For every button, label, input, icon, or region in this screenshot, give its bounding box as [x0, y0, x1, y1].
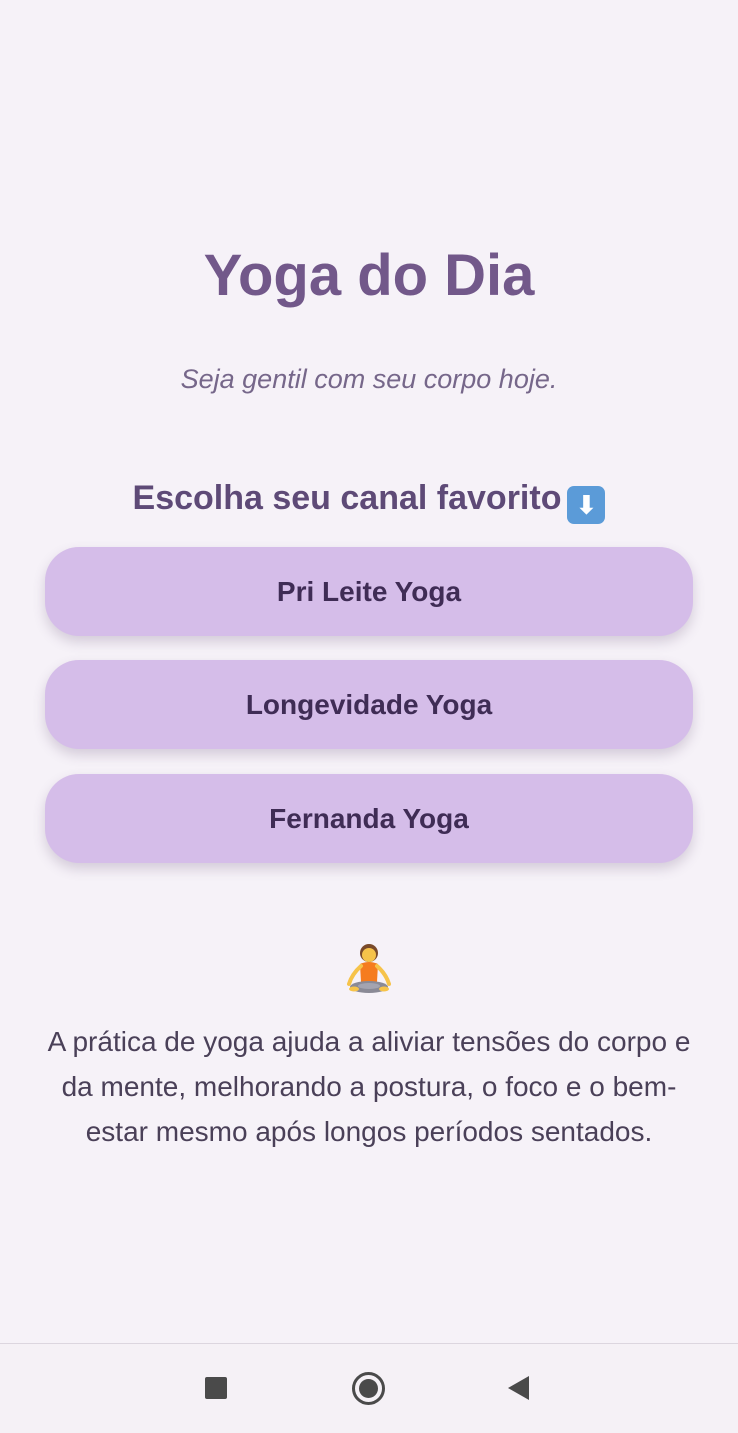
home-circle-icon[interactable] — [352, 1372, 385, 1405]
page-subtitle: Seja gentil com seu corpo hoje. — [180, 364, 558, 394]
yoga-benefits-text: A prática de yoga ajuda a aliviar tensõe… — [47, 1026, 691, 1147]
person-in-lotus-position-icon — [347, 944, 391, 993]
channel-button-longevidade-yoga[interactable]: Longevidade Yoga — [45, 660, 693, 749]
channel-button-fernanda-yoga[interactable]: Fernanda Yoga — [45, 774, 693, 863]
recents-square-icon[interactable] — [205, 1377, 227, 1399]
app-screen: Yoga do Dia Seja gentil com seu corpo ho… — [0, 0, 738, 1343]
channel-button-label: Fernanda Yoga — [269, 802, 469, 834]
system-navigation-bar — [0, 1343, 738, 1433]
channels-heading: Escolha seu canal favorito ⬇ — [0, 476, 738, 524]
back-triangle-icon[interactable] — [508, 1376, 529, 1400]
channel-button-label: Pri Leite Yoga — [276, 575, 462, 607]
channel-button-pri-leite-yoga[interactable]: Pri Leite Yoga — [45, 547, 693, 636]
page-title: Yoga do Dia — [203, 243, 535, 308]
channels-heading-label: Escolha seu canal favorito — [132, 479, 562, 517]
channel-button-label: Longevidade Yoga — [245, 688, 493, 720]
down-arrow-icon: ⬇ — [567, 486, 606, 524]
